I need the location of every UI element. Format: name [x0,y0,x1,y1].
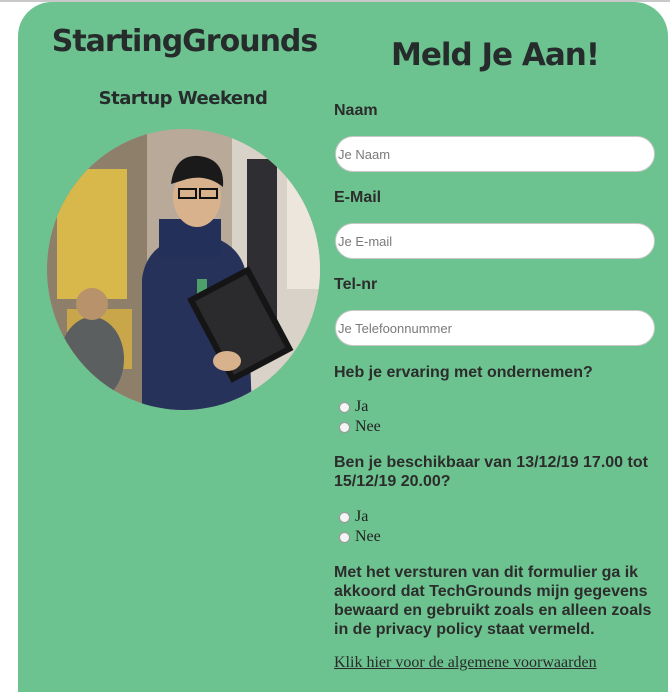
name-input[interactable] [335,136,655,172]
consent-text: Met het versturen van dit formulier ga i… [334,564,652,638]
brand-subtitle: Startup Weekend [98,88,268,109]
person-with-laptop-photo [47,129,320,410]
availability-question: Ben je beschikbaar van 13/12/19 17.00 to… [334,454,648,490]
radio-button[interactable] [339,401,350,413]
availability-option-ja[interactable]: Ja [339,507,368,527]
experience-option-ja[interactable]: Ja [339,397,368,417]
phone-input[interactable] [335,310,655,346]
terms-link[interactable]: Klik hier voor de algemene voorwaarden [334,654,597,672]
email-label: E-Mail [334,189,382,206]
availability-option-nee[interactable]: Nee [339,527,381,547]
radio-label: Ja [355,398,369,415]
radio-button[interactable] [339,531,350,543]
radio-label: Ja [355,508,369,525]
experience-option-nee[interactable]: Nee [339,417,381,437]
phone-label: Tel-nr [334,276,378,293]
event-photo [47,129,320,410]
name-label: Naam [334,102,378,119]
radio-label: Nee [355,418,381,435]
brand-title: StartingGrounds [51,24,319,59]
radio-label: Nee [355,528,381,545]
email-input[interactable] [335,223,655,259]
form-title: Meld Je Aan! [391,37,600,73]
radio-button[interactable] [339,421,350,433]
radio-button[interactable] [339,511,350,523]
experience-question: Heb je ervaring met ondernemen? [334,364,593,381]
